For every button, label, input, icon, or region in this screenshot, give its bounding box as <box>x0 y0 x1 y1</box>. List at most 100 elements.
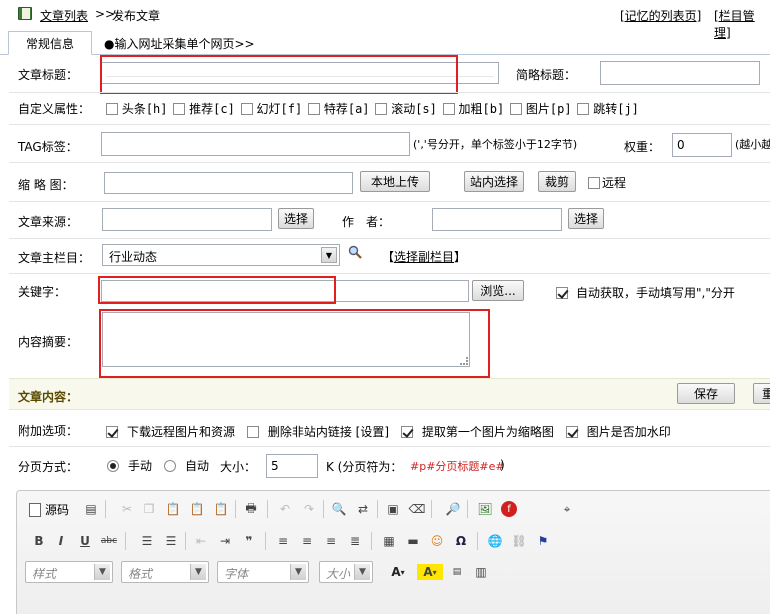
remote-option[interactable]: 远程 <box>588 174 626 191</box>
extra-watermark-checkbox[interactable] <box>565 426 578 438</box>
page-break-icon[interactable]: ▤ <box>449 564 465 580</box>
attr-picture[interactable]: 图片[p] <box>510 102 572 116</box>
extra-remove-links[interactable]: 删除非站内链接 [设置] <box>246 425 389 439</box>
smiley-icon[interactable]: ☺ <box>429 533 445 549</box>
extra-remove-links-checkbox[interactable] <box>246 426 259 438</box>
article-list-link[interactable]: 文章列表 <box>40 7 88 24</box>
browse-button[interactable]: 浏览... <box>472 280 524 301</box>
font-combo[interactable]: 字体 ▼ <box>217 561 309 583</box>
image-icon[interactable]: 🖼 <box>477 501 493 517</box>
attr-jump-checkbox[interactable] <box>577 103 590 115</box>
bg-color-icon[interactable]: A ▾ <box>417 564 443 580</box>
anchor-icon[interactable]: ⚑ <box>535 533 551 549</box>
attr-scroll[interactable]: 滚动[s] <box>375 102 437 116</box>
remove-format-icon[interactable]: ⌫ <box>409 501 426 517</box>
paste-word-icon[interactable]: 📋 <box>213 501 229 517</box>
select-all-icon[interactable]: ▣ <box>385 501 401 517</box>
source-select-button[interactable]: 选择 <box>278 208 314 229</box>
paste-icon[interactable]: 📋 <box>165 501 181 517</box>
outdent-icon[interactable]: ⇤ <box>193 533 209 549</box>
undo-icon[interactable]: ↶ <box>277 501 293 517</box>
maximize-icon[interactable]: ⌖ <box>559 501 575 517</box>
indent-icon[interactable]: ⇥ <box>217 533 233 549</box>
local-upload-button[interactable]: 本地上传 <box>360 171 430 192</box>
size-combo[interactable]: 大小 ▼ <box>319 561 373 583</box>
horizontal-rule-icon[interactable]: ▬ <box>405 533 421 549</box>
extra-watermark[interactable]: 图片是否加水印 <box>565 425 671 439</box>
author-input[interactable] <box>432 208 562 231</box>
paging-manual-option[interactable]: 手动 <box>107 457 152 474</box>
save-button[interactable]: 保存 <box>677 383 735 404</box>
source-button[interactable]: 源码 <box>29 501 69 518</box>
attr-slide-checkbox[interactable] <box>240 103 253 115</box>
attr-recommend-checkbox[interactable] <box>173 103 186 115</box>
special-char-icon[interactable]: Ω <box>453 533 469 549</box>
align-center-icon[interactable]: ≡ <box>299 533 315 549</box>
text-color-icon[interactable]: A ▾ <box>385 564 411 580</box>
align-left-icon[interactable]: ≡ <box>275 533 291 549</box>
redo-icon[interactable]: ↷ <box>301 501 317 517</box>
unlink-icon[interactable]: ⛓ <box>511 533 527 549</box>
attr-recommend[interactable]: 推荐[c] <box>173 102 235 116</box>
remote-checkbox[interactable] <box>588 177 600 189</box>
find-icon[interactable]: 🔍 <box>331 501 347 517</box>
link-icon[interactable]: 🌐 <box>487 533 503 549</box>
attr-special-checkbox[interactable] <box>308 103 321 115</box>
table-icon[interactable]: ▦ <box>381 533 397 549</box>
weight-input[interactable]: 0 <box>672 133 732 157</box>
extra-first-image-thumb-checkbox[interactable] <box>400 426 413 438</box>
size-input[interactable]: 5 <box>266 454 318 478</box>
attr-slide[interactable]: 幻灯[f] <box>240 102 302 116</box>
template-icon[interactable]: ▤ <box>83 501 99 517</box>
align-right-icon[interactable]: ≡ <box>323 533 339 549</box>
attr-bold-checkbox[interactable] <box>442 103 455 115</box>
attr-special[interactable]: 特荐[a] <box>308 102 370 116</box>
preview-icon[interactable]: 🔎 <box>445 501 461 517</box>
auto-get-checkbox[interactable] <box>556 287 568 299</box>
paging-manual-radio[interactable] <box>107 460 119 472</box>
paste-text-icon[interactable]: 📋 <box>189 501 205 517</box>
select-sub-column-link[interactable]: 选择副栏目 <box>394 250 454 264</box>
select-sub-column[interactable]: 【选择副栏目】 <box>382 248 466 265</box>
tag-input[interactable] <box>101 132 410 156</box>
replace-icon[interactable]: ⇄ <box>355 501 371 517</box>
paging-auto-radio[interactable] <box>164 460 176 472</box>
thumb-input[interactable] <box>104 172 353 194</box>
remember-list-link[interactable]: [记忆的列表页] <box>620 7 701 24</box>
unordered-list-icon[interactable]: ☰ <box>163 533 179 549</box>
main-column-select[interactable]: 行业动态 ▼ <box>102 244 340 266</box>
tab-general[interactable]: 常规信息 <box>8 31 92 55</box>
paging-auto-option[interactable]: 自动 <box>164 457 209 474</box>
reset-button[interactable]: 重 <box>753 383 770 404</box>
crop-button[interactable]: 裁剪 <box>538 171 576 192</box>
insert-code-icon[interactable]: ▥ <box>473 564 489 580</box>
ordered-list-icon[interactable]: ☰ <box>139 533 155 549</box>
italic-icon[interactable]: I <box>53 533 69 549</box>
underline-icon[interactable]: U <box>77 533 93 549</box>
source-input[interactable] <box>102 208 272 231</box>
copy-icon[interactable]: ❐ <box>141 501 157 517</box>
attr-headline[interactable]: 头条[h] <box>106 102 168 116</box>
search-icon[interactable] <box>348 245 362 259</box>
attr-jump[interactable]: 跳转[j] <box>577 102 639 116</box>
extra-first-image-thumb[interactable]: 提取第一个图片为缩略图 <box>400 425 554 439</box>
attr-bold[interactable]: 加粗[b] <box>442 102 504 116</box>
bold-icon[interactable]: B <box>31 533 47 549</box>
attr-picture-checkbox[interactable] <box>510 103 523 115</box>
align-justify-icon[interactable]: ≣ <box>347 533 363 549</box>
cut-icon[interactable]: ✂ <box>119 501 135 517</box>
attr-scroll-checkbox[interactable] <box>375 103 388 115</box>
author-select-button[interactable]: 选择 <box>568 208 604 229</box>
auto-get-option[interactable]: 自动获取，手动填写用","分开 <box>556 284 735 301</box>
print-icon[interactable]: 🖶 <box>243 501 259 517</box>
flash-icon[interactable]: f <box>501 501 517 517</box>
tab-collect[interactable]: ●输入网址采集单个网页>> <box>104 35 255 52</box>
format-combo[interactable]: 格式 ▼ <box>121 561 209 583</box>
blockquote-icon[interactable]: ❞ <box>241 533 257 549</box>
extra-download-remote[interactable]: 下载远程图片和资源 <box>106 425 235 439</box>
attr-headline-checkbox[interactable] <box>106 103 118 115</box>
style-combo[interactable]: 样式 ▼ <box>25 561 113 583</box>
strike-icon[interactable]: abc <box>101 533 117 549</box>
site-select-button[interactable]: 站内选择 <box>464 171 524 192</box>
extra-download-remote-checkbox[interactable] <box>106 426 118 438</box>
